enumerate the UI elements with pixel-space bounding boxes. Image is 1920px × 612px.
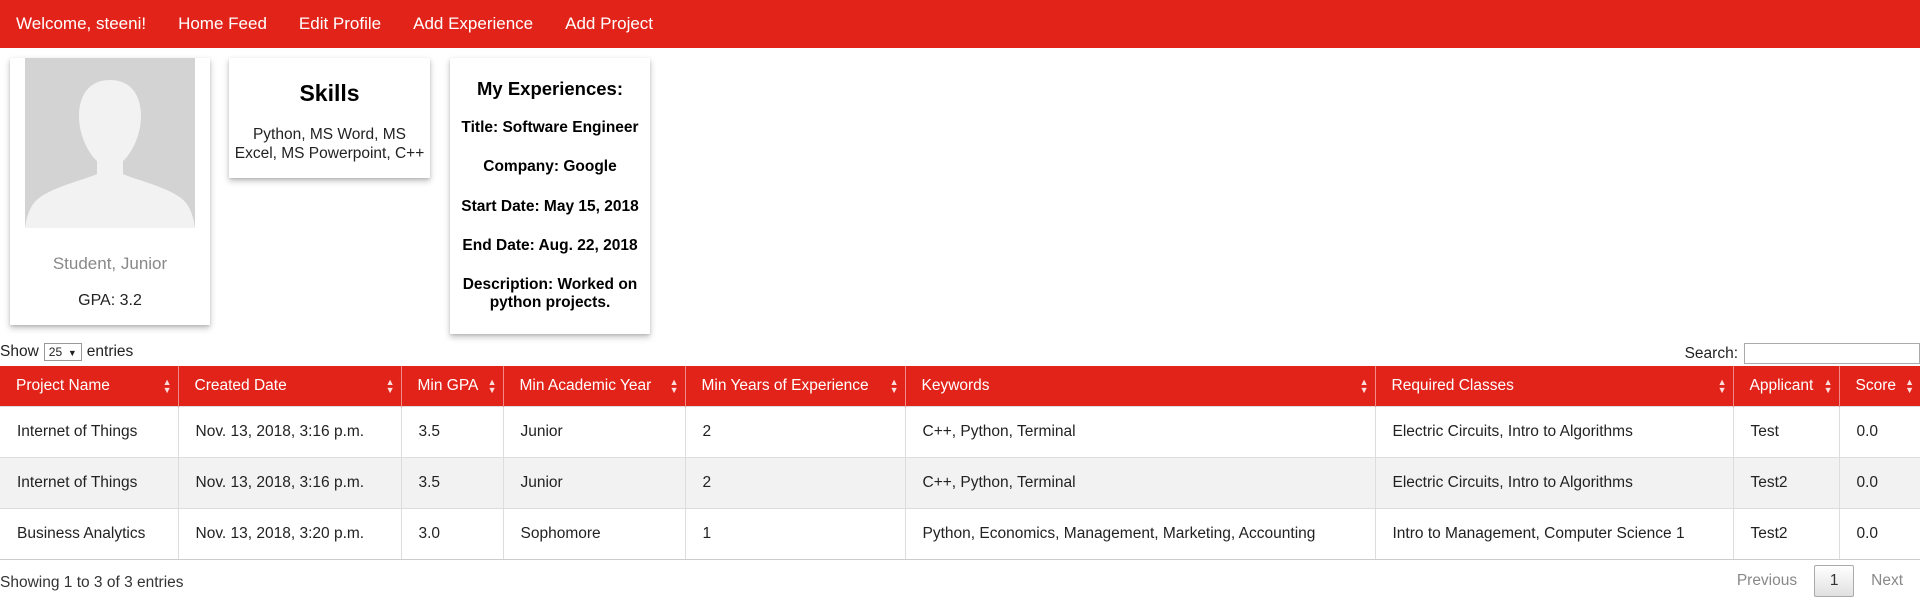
page-length-select[interactable]: 25 ▼ bbox=[43, 343, 82, 361]
cell-created-date: Nov. 13, 2018, 3:20 p.m. bbox=[178, 507, 402, 560]
cell-keywords: C++, Python, Terminal bbox=[905, 405, 1376, 457]
projects-table: Project Name ▲ ▼ Created Date ▲ ▼ Min GPA ▲ ▼ … bbox=[0, 366, 1920, 560]
column-header-created-date[interactable]: Created Date ▲ ▼ bbox=[178, 366, 402, 406]
column-header-applicant[interactable]: Applicant ▲ ▼ bbox=[1733, 366, 1840, 406]
dropdown-caret-icon: ▼ bbox=[67, 348, 77, 358]
cell-min-academic-year: Junior bbox=[503, 456, 686, 508]
profile-role: Student, Junior bbox=[52, 254, 168, 273]
sort-icon: ▲ ▼ bbox=[1905, 377, 1914, 395]
sort-icon: ▲ ▼ bbox=[1717, 377, 1727, 395]
experience-description: Description: Worked on python projects. bbox=[462, 276, 638, 311]
column-header-min-years-experience[interactable]: Min Years of Experience ▲ ▼ bbox=[685, 366, 906, 406]
column-header-min-gpa[interactable]: Min GPA ▲ ▼ bbox=[401, 366, 504, 406]
cell-keywords: C++, Python, Terminal bbox=[905, 456, 1376, 508]
page-length-value: 25 bbox=[48, 345, 63, 359]
nav-home-feed-link[interactable]: Home Feed bbox=[178, 14, 267, 34]
nav-edit-profile-link[interactable]: Edit Profile bbox=[299, 14, 381, 34]
nav-welcome-link[interactable]: Welcome, steeni! bbox=[16, 14, 146, 34]
experience-company: Company: Google bbox=[483, 158, 617, 175]
pagination: Previous 1 Next bbox=[1720, 565, 1920, 597]
cell-min-academic-year: Sophomore bbox=[503, 507, 686, 560]
cell-min-gpa: 3.0 bbox=[401, 507, 504, 560]
profile-card: Student, Junior GPA: 3.2 bbox=[10, 58, 210, 325]
column-header-min-academic-year[interactable]: Min Academic Year ▲ ▼ bbox=[503, 366, 686, 406]
cell-score: 0.0 bbox=[1839, 507, 1920, 560]
sort-icon: ▲ ▼ bbox=[385, 377, 395, 395]
cell-project-name: Internet of Things bbox=[0, 456, 179, 508]
cell-min-gpa: 3.5 bbox=[401, 456, 504, 508]
cell-min-years-experience: 2 bbox=[685, 405, 906, 457]
sort-icon: ▲ ▼ bbox=[162, 377, 172, 395]
cell-score: 0.0 bbox=[1839, 456, 1920, 508]
entries-label: entries bbox=[86, 343, 134, 360]
profile-gpa: GPA: 3.2 bbox=[78, 292, 142, 309]
sort-icon: ▲ ▼ bbox=[1359, 377, 1369, 395]
table-info: Showing 1 to 3 of 3 entries bbox=[0, 574, 184, 591]
experience-job-title: Title: Software Engineer bbox=[461, 119, 639, 136]
nav-add-project-link[interactable]: Add Project bbox=[565, 14, 653, 34]
table-search: Search: bbox=[1685, 343, 1920, 364]
cell-applicant: Test2 bbox=[1733, 507, 1840, 560]
sort-icon: ▲ ▼ bbox=[1823, 377, 1833, 395]
column-header-project-name[interactable]: Project Name ▲ ▼ bbox=[0, 366, 179, 406]
table-row: Internet of Things Nov. 13, 2018, 3:16 p… bbox=[0, 456, 1920, 508]
cell-keywords: Python, Economics, Management, Marketing… bbox=[905, 507, 1376, 560]
cell-created-date: Nov. 13, 2018, 3:16 p.m. bbox=[178, 456, 402, 508]
current-page-button[interactable]: 1 bbox=[1814, 565, 1855, 597]
skills-card: Skills Python, MS Word, MS Excel, MS Pow… bbox=[229, 58, 430, 178]
experience-title: My Experiences: bbox=[476, 78, 623, 99]
cell-required-classes: Intro to Management, Computer Science 1 bbox=[1375, 507, 1734, 560]
cell-applicant: Test bbox=[1733, 405, 1840, 457]
column-header-required-classes[interactable]: Required Classes ▲ ▼ bbox=[1375, 366, 1734, 406]
cell-required-classes: Electric Circuits, Intro to Algorithms bbox=[1375, 456, 1734, 508]
next-page-button[interactable]: Next bbox=[1854, 572, 1920, 590]
page-length-control: Show 25 ▼ entries bbox=[0, 343, 133, 361]
search-label: Search: bbox=[1684, 344, 1738, 362]
previous-page-button[interactable]: Previous bbox=[1720, 572, 1814, 590]
column-header-keywords[interactable]: Keywords ▲ ▼ bbox=[905, 366, 1376, 406]
default-avatar-icon bbox=[25, 58, 195, 228]
top-navbar: Welcome, steeni! Home Feed Edit Profile … bbox=[0, 0, 1920, 48]
cell-min-gpa: 3.5 bbox=[401, 405, 504, 457]
cell-project-name: Internet of Things bbox=[0, 405, 179, 457]
cell-score: 0.0 bbox=[1839, 405, 1920, 457]
cell-min-academic-year: Junior bbox=[503, 405, 686, 457]
sort-icon: ▲ ▼ bbox=[889, 377, 899, 395]
table-header-row: Project Name ▲ ▼ Created Date ▲ ▼ Min GPA ▲ ▼ … bbox=[0, 366, 1920, 406]
cell-min-years-experience: 1 bbox=[685, 507, 906, 560]
table-row: Internet of Things Nov. 13, 2018, 3:16 p… bbox=[0, 405, 1920, 457]
table-row: Business Analytics Nov. 13, 2018, 3:20 p… bbox=[0, 507, 1920, 560]
nav-add-experience-link[interactable]: Add Experience bbox=[413, 14, 533, 34]
column-header-score[interactable]: Score ▲ ▼ bbox=[1839, 366, 1920, 406]
experience-card: My Experiences: Title: Software Engineer… bbox=[450, 58, 650, 334]
avatar bbox=[25, 58, 195, 228]
show-label: Show bbox=[0, 343, 39, 360]
search-input[interactable] bbox=[1744, 343, 1920, 364]
sort-icon: ▲ ▼ bbox=[487, 377, 497, 395]
cell-required-classes: Electric Circuits, Intro to Algorithms bbox=[1375, 405, 1734, 457]
cell-project-name: Business Analytics bbox=[0, 507, 179, 560]
skills-title: Skills bbox=[299, 80, 360, 106]
experience-end-date: End Date: Aug. 22, 2018 bbox=[462, 237, 638, 254]
experience-start-date: Start Date: May 15, 2018 bbox=[461, 198, 639, 215]
skills-list: Python, MS Word, MS Excel, MS Powerpoint… bbox=[234, 126, 425, 162]
sort-icon: ▲ ▼ bbox=[669, 377, 679, 395]
cell-applicant: Test2 bbox=[1733, 456, 1840, 508]
cell-created-date: Nov. 13, 2018, 3:16 p.m. bbox=[178, 405, 402, 457]
cell-min-years-experience: 2 bbox=[685, 456, 906, 508]
